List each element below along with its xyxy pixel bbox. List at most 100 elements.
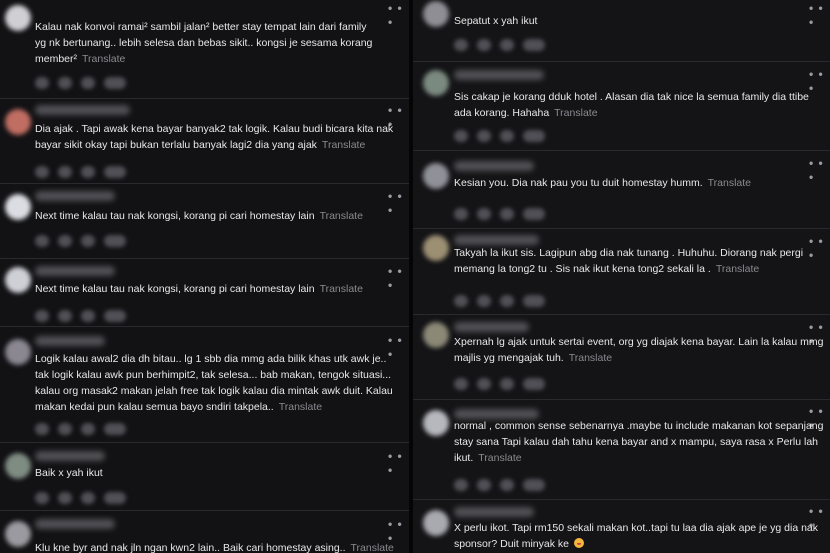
like-icon[interactable] [454,129,468,142]
comment-body: Baik x yah ikut [35,467,103,479]
reply-icon[interactable] [477,207,491,220]
avatar[interactable] [5,5,31,31]
avatar[interactable] [5,267,31,293]
reaction-count-icon[interactable] [523,478,545,491]
share-icon[interactable] [500,377,514,390]
more-options-icon[interactable]: • • • [388,1,409,29]
share-icon[interactable] [500,478,514,491]
reply-icon[interactable] [58,422,72,435]
reply-icon[interactable] [477,478,491,491]
avatar[interactable] [423,322,449,348]
reaction-bar [35,307,135,322]
comment-body: Next time kalau tau nak kongsi, korang p… [35,283,315,295]
reaction-bar [35,420,135,435]
avatar[interactable] [423,70,449,96]
translate-link[interactable]: Translate [554,107,597,119]
translate-link[interactable]: Translate [322,139,365,151]
comment-item: • • • Next time kalau tau nak kongsi, ko… [0,183,409,259]
reply-icon[interactable] [477,377,491,390]
avatar[interactable] [5,194,31,220]
comment-text: Next time kalau tau nak kongsi, korang p… [35,281,395,297]
reaction-count-icon[interactable] [104,165,126,178]
reaction-count-icon[interactable] [523,38,545,51]
avatar[interactable] [423,1,449,27]
reaction-count-icon[interactable] [523,207,545,220]
comment-text: Kalau nak konvoi ramai² sambil jalan² be… [35,19,380,67]
share-icon[interactable] [81,234,95,247]
like-icon[interactable] [454,207,468,220]
share-icon[interactable] [500,129,514,142]
translate-link[interactable]: Translate [82,53,125,65]
avatar[interactable] [5,453,31,479]
reply-icon[interactable] [58,309,72,322]
translate-link[interactable]: Translate [320,283,363,295]
reaction-count-icon[interactable] [104,491,126,504]
share-icon[interactable] [500,38,514,51]
reaction-count-icon[interactable] [104,76,126,89]
author-name[interactable] [35,519,115,529]
comment-body: Kesian you. Dia nak pau you tu duit home… [454,177,703,189]
like-icon[interactable] [35,491,49,504]
share-icon[interactable] [81,309,95,322]
share-icon[interactable] [500,207,514,220]
reaction-count-icon[interactable] [523,377,545,390]
like-icon[interactable] [454,38,468,51]
like-icon[interactable] [35,309,49,322]
author-name[interactable] [454,235,539,245]
comment-column-right: • • • Sepatut x yah ikut • • • Sis cakap… [413,0,830,553]
avatar[interactable] [5,339,31,365]
reply-icon[interactable] [477,294,491,307]
avatar[interactable] [423,163,449,189]
author-name[interactable] [454,70,544,80]
author-name[interactable] [35,105,130,115]
like-icon[interactable] [35,76,49,89]
avatar[interactable] [423,510,449,536]
like-icon[interactable] [35,234,49,247]
reaction-count-icon[interactable] [523,129,545,142]
share-icon[interactable] [81,422,95,435]
share-icon[interactable] [500,294,514,307]
reaction-bar [35,74,135,89]
translate-link[interactable]: Translate [569,352,612,364]
reply-icon[interactable] [477,129,491,142]
avatar[interactable] [423,410,449,436]
author-name[interactable] [35,266,115,276]
reply-icon[interactable] [58,165,72,178]
translate-link[interactable]: Translate [708,177,751,189]
share-icon[interactable] [81,491,95,504]
comment-item: • • • Sis cakap je korang dduk hotel . A… [413,61,830,151]
reaction-count-icon[interactable] [104,234,126,247]
author-name[interactable] [35,191,115,201]
reply-icon[interactable] [58,76,72,89]
reaction-count-icon[interactable] [104,309,126,322]
like-icon[interactable] [454,377,468,390]
avatar[interactable] [5,109,31,135]
translate-link[interactable]: Translate [320,210,363,222]
author-name[interactable] [454,322,529,332]
comment-body: Sis cakap je korang dduk hotel . Alasan … [454,91,809,119]
author-name[interactable] [35,336,105,346]
reply-icon[interactable] [58,491,72,504]
share-icon[interactable] [81,165,95,178]
reply-icon[interactable] [58,234,72,247]
reply-icon[interactable] [477,38,491,51]
translate-link[interactable]: Translate [716,263,759,275]
like-icon[interactable] [35,422,49,435]
avatar[interactable] [423,235,449,261]
share-icon[interactable] [81,76,95,89]
translate-link[interactable]: Translate [351,542,394,553]
author-name[interactable] [35,451,105,461]
translate-link[interactable]: Translate [279,401,322,413]
reaction-bar [454,205,554,220]
author-name[interactable] [454,507,534,517]
reaction-bar [454,476,554,491]
reaction-count-icon[interactable] [523,294,545,307]
like-icon[interactable] [35,165,49,178]
like-icon[interactable] [454,478,468,491]
comment-item: • • • Kalau nak konvoi ramai² sambil jal… [0,0,409,95]
author-name[interactable] [454,161,534,171]
translate-link[interactable]: Translate [478,452,521,464]
reaction-count-icon[interactable] [104,422,126,435]
like-icon[interactable] [454,294,468,307]
avatar[interactable] [5,521,31,547]
